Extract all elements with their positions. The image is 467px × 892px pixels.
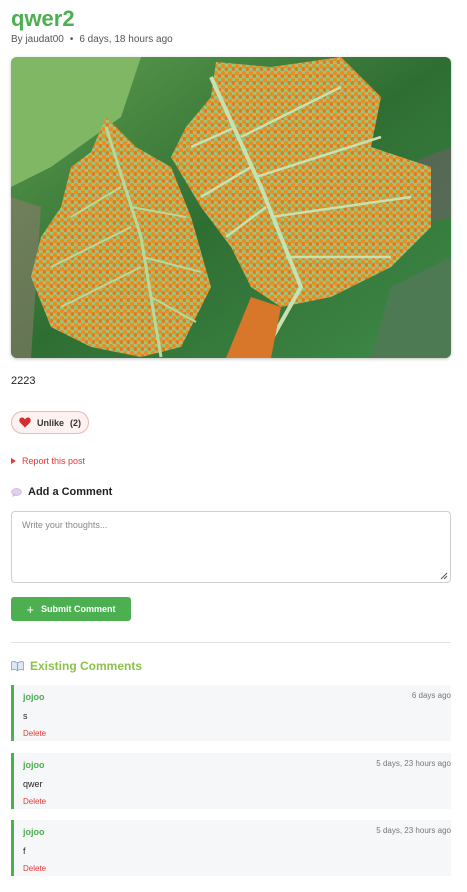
comment-text: qwer xyxy=(23,779,43,789)
post-time: 6 days, 18 hours ago xyxy=(79,34,173,45)
submit-comment-button[interactable]: + Submit Comment xyxy=(11,597,131,621)
like-count: (2) xyxy=(70,417,81,428)
comment-textarea[interactable]: Write your thoughts... xyxy=(11,511,451,583)
delete-comment-button[interactable]: Delete xyxy=(23,797,46,806)
add-comment-heading: Add a Comment xyxy=(11,486,112,498)
delete-comment-button[interactable]: Delete xyxy=(23,729,46,738)
heart-icon xyxy=(19,417,31,428)
comment-author: jojoo xyxy=(23,692,45,702)
comment-item: jojoo 6 days ago s Delete xyxy=(11,685,451,741)
post-author: By jaudat00 xyxy=(11,34,64,45)
submit-comment-label: Submit Comment xyxy=(41,604,116,614)
post-body: 2223 xyxy=(11,375,36,387)
comment-time: 5 days, 23 hours ago xyxy=(376,826,451,835)
post-image xyxy=(11,57,451,358)
comment-time: 6 days ago xyxy=(411,691,451,700)
triangle-right-icon xyxy=(11,458,16,464)
comment-item: jojoo 5 days, 23 hours ago qwer Delete xyxy=(11,753,451,809)
unlike-button[interactable]: Unlike (2) xyxy=(11,411,89,434)
comment-placeholder: Write your thoughts... xyxy=(22,520,108,530)
post-meta: By jaudat00 • 6 days, 18 hours ago xyxy=(11,34,173,45)
existing-comments-heading: Existing Comments xyxy=(11,659,142,673)
book-icon xyxy=(11,661,24,671)
report-post-link[interactable]: Report this post xyxy=(11,456,85,466)
speech-bubble-icon xyxy=(11,487,22,497)
comment-item: jojoo 5 days, 23 hours ago f Delete xyxy=(11,820,451,876)
comment-text: s xyxy=(23,711,28,721)
existing-comments-heading-text: Existing Comments xyxy=(30,659,143,673)
section-divider xyxy=(11,642,451,643)
report-label: Report this post xyxy=(22,456,86,466)
comment-time: 5 days, 23 hours ago xyxy=(376,759,451,768)
add-comment-heading-text: Add a Comment xyxy=(28,486,113,498)
comment-author: jojoo xyxy=(23,827,45,837)
comment-text: f xyxy=(23,846,26,856)
post-title: qwer2 xyxy=(11,6,75,31)
delete-comment-button[interactable]: Delete xyxy=(23,864,46,873)
resize-handle-icon[interactable] xyxy=(440,572,448,580)
plus-icon: + xyxy=(26,601,35,617)
meta-separator: • xyxy=(69,34,74,45)
comment-author: jojoo xyxy=(23,760,45,770)
unlike-label: Unlike xyxy=(36,417,64,428)
